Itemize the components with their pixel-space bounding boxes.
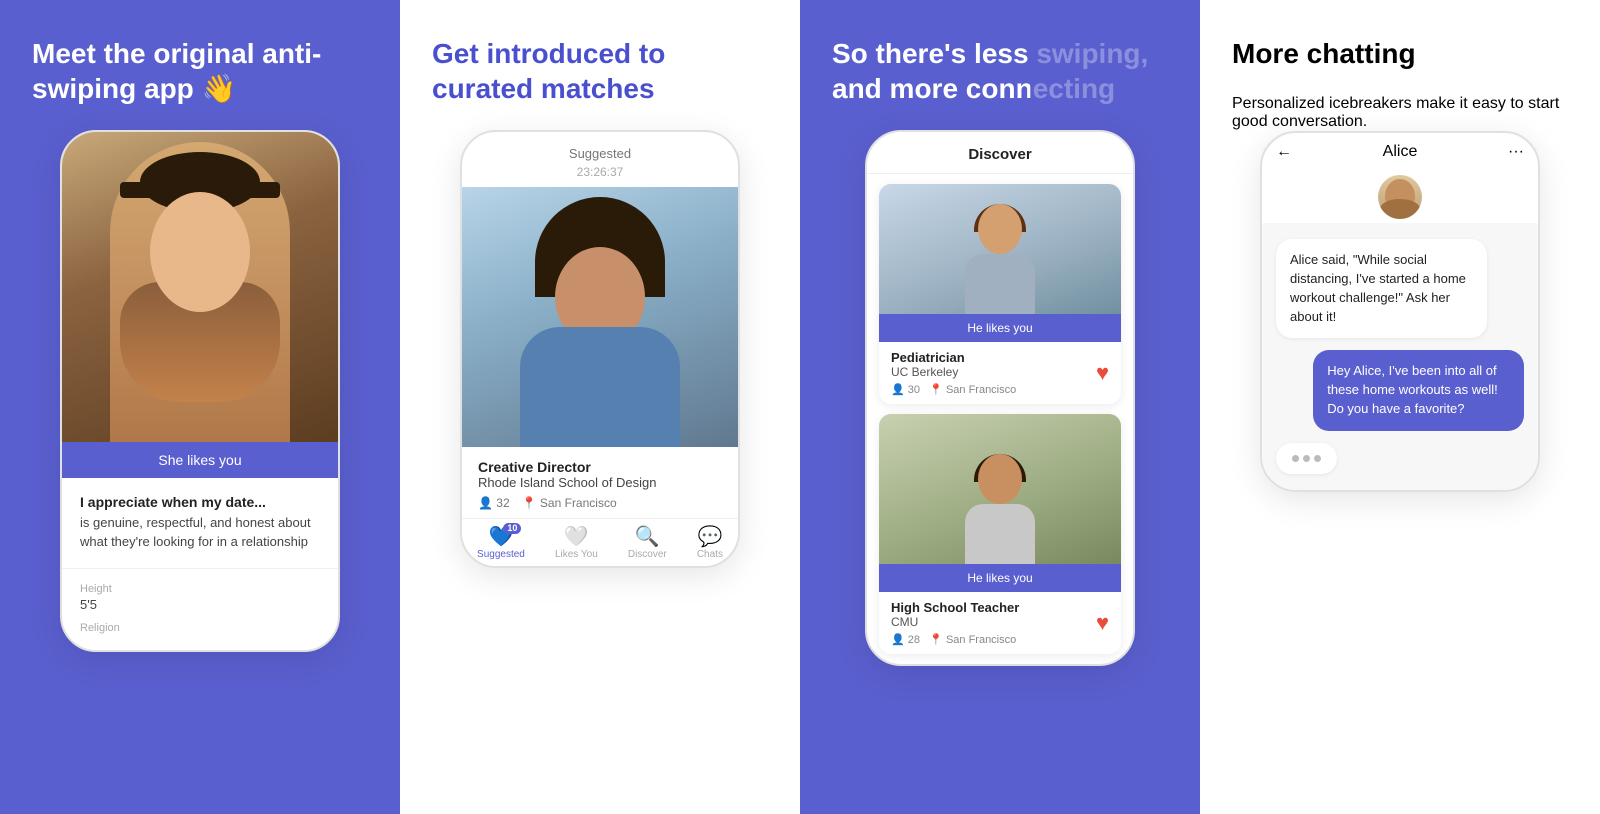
height-label: Height bbox=[80, 583, 320, 595]
match-age-icon: 👤 32 bbox=[478, 496, 510, 510]
suggested-header: Suggested bbox=[462, 132, 738, 165]
avatar-hair bbox=[1380, 199, 1420, 219]
card1-photo bbox=[879, 184, 1121, 314]
match-city-icon: 📍 San Francisco bbox=[522, 496, 617, 510]
card1-info: Pediatrician UC Berkeley 👤 30 📍 San Fran… bbox=[879, 342, 1121, 404]
prompt-section: I appreciate when my date... is genuine,… bbox=[62, 478, 338, 569]
panel-3: So there's less swiping, and more connec… bbox=[800, 0, 1200, 814]
nav-likes-label: Likes You bbox=[555, 549, 598, 560]
panel-4: More chatting Personalized icebreakers m… bbox=[1200, 0, 1600, 814]
small-body-m bbox=[965, 504, 1035, 564]
discover-icon: 🔍 bbox=[635, 527, 660, 547]
match-school: Rhode Island School of Design bbox=[478, 475, 722, 490]
likes-bar-1: She likes you bbox=[62, 442, 338, 478]
card2-job: High School Teacher bbox=[891, 600, 1019, 615]
figure-man bbox=[960, 454, 1040, 564]
card1-text: Pediatrician UC Berkeley 👤 30 📍 San Fran… bbox=[891, 350, 1016, 396]
nav-chats[interactable]: 💬 Chats bbox=[697, 527, 723, 560]
suggested-icon: 💙 10 bbox=[488, 527, 513, 547]
likes-icon: 🤍 bbox=[564, 527, 589, 547]
avatar-area bbox=[1262, 167, 1538, 223]
card2-photo bbox=[879, 414, 1121, 564]
avatar-circle bbox=[1378, 175, 1422, 219]
panel-4-heading: More chatting bbox=[1232, 36, 1568, 71]
prompt-question: I appreciate when my date... bbox=[80, 494, 320, 510]
typing-dot-2 bbox=[1303, 455, 1310, 462]
nav-bar: 💙 10 Suggested 🤍 Likes You 🔍 Discover 💬 … bbox=[462, 518, 738, 566]
card2-details: 👤 28 📍 San Francisco bbox=[891, 633, 1019, 646]
phone-mockup-1: She likes you I appreciate when my date.… bbox=[60, 130, 340, 652]
phone-mockup-4: ← Alice ··· Alice said, "While social di… bbox=[1260, 131, 1540, 492]
typing-dot-1 bbox=[1292, 455, 1299, 462]
card1-school: UC Berkeley bbox=[891, 365, 1016, 379]
figure-woman bbox=[960, 204, 1040, 314]
card1-job: Pediatrician bbox=[891, 350, 1016, 365]
match-info: Creative Director Rhode Island School of… bbox=[462, 447, 738, 518]
face bbox=[150, 192, 250, 312]
suggested-timer: 23:26:37 bbox=[462, 165, 738, 179]
message-received-1: Alice said, "While social distancing, I'… bbox=[1276, 239, 1487, 338]
card2-age: 👤 28 bbox=[891, 634, 920, 646]
nav-suggested[interactable]: 💙 10 Suggested bbox=[477, 527, 525, 560]
curly-body bbox=[520, 327, 680, 447]
nav-discover-label: Discover bbox=[628, 549, 667, 560]
card2-school: CMU bbox=[891, 615, 1019, 629]
card-1: He likes you Pediatrician UC Berkeley 👤 … bbox=[879, 184, 1121, 404]
chat-name: Alice bbox=[1383, 143, 1418, 161]
height-value: 5'5 bbox=[80, 597, 320, 612]
nav-discover[interactable]: 🔍 Discover bbox=[628, 527, 667, 560]
card1-heart: ♥ bbox=[1096, 360, 1109, 386]
panel-4-subheading: Personalized icebreakers make it easy to… bbox=[1232, 95, 1568, 131]
match-photo bbox=[462, 187, 738, 447]
card1-details: 👤 30 📍 San Francisco bbox=[891, 383, 1016, 396]
back-icon[interactable]: ← bbox=[1276, 143, 1292, 161]
small-body-w bbox=[965, 254, 1035, 314]
prompt-answer: is genuine, respectful, and honest about… bbox=[80, 514, 320, 552]
nav-badge: 10 bbox=[503, 523, 521, 534]
more-icon[interactable]: ··· bbox=[1508, 143, 1524, 161]
typing-indicator bbox=[1276, 443, 1337, 474]
panel-2-heading: Get introduced to curated matches bbox=[432, 36, 768, 106]
message-text-2: Hey Alice, I've been into all of these h… bbox=[1327, 363, 1498, 416]
phone-mockup-3: Discover He likes you Pediatrician UC Be… bbox=[865, 130, 1135, 666]
panel-1: Meet the original anti-swiping app 👋 She… bbox=[0, 0, 400, 814]
card2-text: High School Teacher CMU 👤 28 📍 San Franc… bbox=[891, 600, 1019, 646]
panel-1-heading: Meet the original anti-swiping app 👋 bbox=[32, 36, 368, 106]
card2-info: High School Teacher CMU 👤 28 📍 San Franc… bbox=[879, 592, 1121, 654]
nav-chats-label: Chats bbox=[697, 549, 723, 560]
attributes-section: Height 5'5 Religion bbox=[62, 569, 338, 650]
chat-header: ← Alice ··· bbox=[1262, 133, 1538, 167]
religion-label: Religion bbox=[80, 622, 320, 634]
card2-likes-bar: He likes you bbox=[879, 564, 1121, 592]
typing-dot-3 bbox=[1314, 455, 1321, 462]
card-2: He likes you High School Teacher CMU 👤 2… bbox=[879, 414, 1121, 654]
panel-2: Get introduced to curated matches Sugges… bbox=[400, 0, 800, 814]
nav-suggested-label: Suggested bbox=[477, 549, 525, 560]
small-face-m bbox=[978, 454, 1022, 504]
message-text-1: Alice said, "While social distancing, I'… bbox=[1290, 252, 1466, 324]
nav-likes[interactable]: 🤍 Likes You bbox=[555, 527, 598, 560]
small-face-w bbox=[978, 204, 1022, 254]
card1-age: 👤 30 bbox=[891, 384, 920, 396]
chats-icon: 💬 bbox=[697, 527, 722, 547]
message-sent-1: Hey Alice, I've been into all of these h… bbox=[1313, 350, 1524, 431]
discover-header: Discover bbox=[867, 132, 1133, 174]
card2-heart: ♥ bbox=[1096, 610, 1109, 636]
match-details: 👤 32 📍 San Francisco bbox=[478, 496, 722, 510]
phone-mockup-2: Suggested 23:26:37 Creative Director Rho… bbox=[460, 130, 740, 568]
match-job: Creative Director bbox=[478, 459, 722, 475]
card1-likes-bar: He likes you bbox=[879, 314, 1121, 342]
curly-person bbox=[500, 197, 700, 447]
chat-area: Alice said, "While social distancing, I'… bbox=[1262, 223, 1538, 490]
profile-photo-1 bbox=[62, 132, 338, 442]
